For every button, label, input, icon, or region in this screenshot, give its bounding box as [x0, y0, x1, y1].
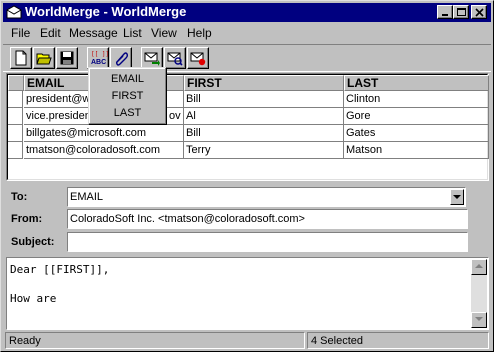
insert-field-button[interactable]: [[ ]] ABC	[87, 47, 109, 69]
grid-viewport: EMAIL FIRST LAST president@w Bill Clinto…	[7, 74, 489, 180]
table-row-email[interactable]: tmatson@coloradosoft.com	[24, 142, 184, 159]
to-value: EMAIL	[70, 191, 104, 203]
arrow-up-icon	[475, 264, 483, 268]
preview-mail-icon	[167, 52, 183, 66]
table-row-first[interactable]: Bill	[184, 91, 344, 108]
svg-text:ABC: ABC	[91, 59, 106, 66]
menu-message[interactable]: Message	[69, 26, 118, 40]
close-button[interactable]	[471, 5, 487, 19]
from-label: From:	[11, 213, 43, 225]
status-pane-right: 4 Selected	[307, 332, 489, 349]
pane-splitter[interactable]	[3, 183, 491, 186]
status-pane-left: Ready	[5, 332, 305, 349]
new-button[interactable]	[10, 47, 32, 69]
table-row-last[interactable]: Clinton	[344, 91, 489, 108]
open-button[interactable]	[33, 47, 55, 69]
field-popup-menu: EMAIL FIRST LAST	[88, 67, 167, 125]
table-row-first[interactable]: Bill	[184, 125, 344, 142]
row-selector[interactable]	[8, 142, 23, 159]
send-mail-icon	[144, 52, 160, 66]
column-header-last[interactable]: LAST	[344, 75, 489, 91]
grid-corner[interactable]	[8, 75, 24, 91]
menu-help[interactable]: Help	[187, 26, 212, 40]
to-label: To:	[11, 191, 28, 203]
svg-text:[[ ]]: [[ ]]	[91, 51, 108, 58]
row-selector[interactable]	[8, 108, 23, 125]
table-row-last[interactable]: Gates	[344, 125, 489, 142]
attach-button[interactable]	[110, 47, 132, 69]
scroll-down-button[interactable]	[471, 312, 487, 328]
from-field[interactable]: ColoradoSoft Inc. <tmatson@coloradosoft.…	[67, 209, 468, 229]
subject-field[interactable]	[67, 232, 468, 252]
table-row-email[interactable]: billgates@microsoft.com	[24, 125, 184, 142]
window-title: WorldMerge - WorldMerge	[25, 4, 187, 19]
maximize-button[interactable]	[453, 5, 469, 19]
menu-view[interactable]: View	[151, 26, 177, 40]
minimize-icon	[442, 14, 448, 16]
close-icon	[475, 8, 484, 17]
menu-edit[interactable]: Edit	[40, 26, 61, 40]
app-envelope-icon[interactable]	[6, 5, 22, 19]
toolbar: [[ ]] ABC	[3, 44, 491, 72]
body-line: How are	[10, 292, 57, 305]
menu-file[interactable]: File	[11, 26, 30, 40]
arrow-down-icon	[475, 317, 483, 321]
row-selector[interactable]	[8, 125, 23, 142]
to-dropdown[interactable]: EMAIL	[67, 187, 466, 207]
chevron-down-icon	[453, 195, 461, 199]
menu-list[interactable]: List	[123, 26, 142, 40]
selection-count: 4 Selected	[311, 335, 363, 347]
to-dropdown-button[interactable]	[450, 189, 464, 205]
new-icon	[15, 50, 27, 66]
app-window: WorldMerge - WorldMerge File Edit Messag…	[0, 0, 494, 352]
scroll-up-button[interactable]	[471, 259, 487, 275]
send-button[interactable]	[141, 47, 163, 69]
column-header-first[interactable]: FIRST	[184, 75, 344, 91]
stop-mail-icon	[190, 52, 206, 66]
stop-button[interactable]	[187, 47, 209, 69]
title-bar[interactable]: WorldMerge - WorldMerge	[3, 3, 491, 22]
table-row-first[interactable]: Al	[184, 108, 344, 125]
message-body[interactable]: Dear [[FIRST]], How are	[6, 257, 489, 330]
popup-item-last[interactable]: LAST	[89, 106, 166, 120]
minimize-button[interactable]	[437, 5, 453, 19]
status-text: Ready	[9, 335, 41, 347]
insert-field-icon: [[ ]] ABC	[91, 51, 108, 66]
cell-text-tail: ov	[169, 110, 181, 122]
popup-item-email[interactable]: EMAIL	[89, 72, 166, 86]
save-disk-icon	[60, 51, 74, 65]
maximize-icon	[457, 8, 466, 16]
menu-bar: File Edit Message List View Help	[3, 23, 491, 42]
row-selector[interactable]	[8, 91, 23, 108]
table-row-last[interactable]: Matson	[344, 142, 489, 159]
table-row-last[interactable]: Gore	[344, 108, 489, 125]
save-button[interactable]	[56, 47, 78, 69]
body-vertical-scrollbar[interactable]	[471, 259, 487, 328]
attach-paperclip-icon	[115, 52, 129, 66]
open-folder-icon	[36, 53, 52, 65]
preview-button[interactable]	[164, 47, 186, 69]
body-line: Dear [[FIRST]],	[10, 263, 110, 276]
cell-text: vice.presiden	[26, 110, 91, 122]
from-value: ColoradoSoft Inc. <tmatson@coloradosoft.…	[70, 213, 305, 225]
recipient-grid[interactable]: EMAIL FIRST LAST president@w Bill Clinto…	[6, 73, 489, 181]
table-row-first[interactable]: Terry	[184, 142, 344, 159]
popup-item-first[interactable]: FIRST	[89, 89, 166, 103]
subject-label: Subject:	[11, 236, 55, 248]
